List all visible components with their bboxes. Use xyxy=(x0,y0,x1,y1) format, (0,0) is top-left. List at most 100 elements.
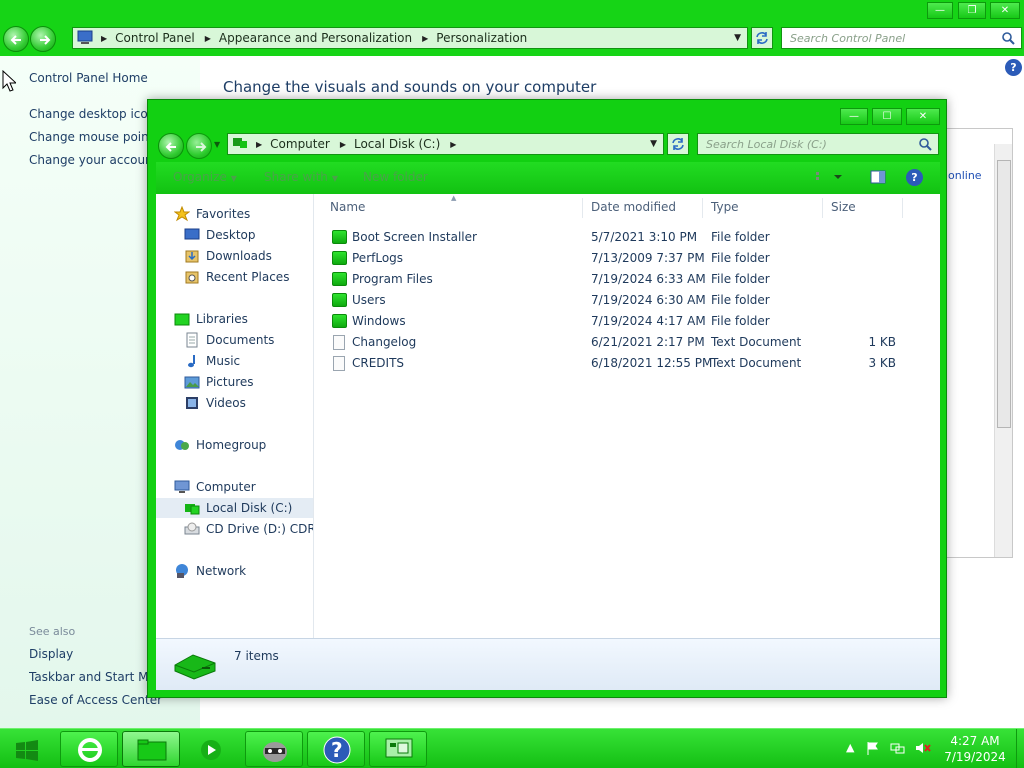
network-status-icon[interactable] xyxy=(890,741,906,758)
taskbar-raccoon-app[interactable] xyxy=(245,731,303,767)
nav-libraries[interactable]: Libraries xyxy=(174,309,248,329)
nav-desktop[interactable]: Desktop xyxy=(184,225,256,245)
column-separator[interactable] xyxy=(822,198,823,218)
column-header-date[interactable]: Date modified xyxy=(591,200,676,220)
volume-muted-icon[interactable] xyxy=(914,741,932,758)
explorer-search-input[interactable]: Search Local Disk (C:) xyxy=(697,133,939,155)
navigation-pane: Favorites Desktop Downloads Recent Place… xyxy=(156,194,314,638)
cp-restore-button[interactable]: ❐ xyxy=(958,2,986,19)
nav-network-label: Network xyxy=(196,564,247,578)
nav-homegroup[interactable]: Homegroup xyxy=(174,435,266,455)
flag-icon[interactable] xyxy=(866,741,880,758)
cp-refresh-button[interactable] xyxy=(751,27,773,49)
explorer-maximize-button[interactable]: ☐ xyxy=(872,108,902,125)
preview-pane-button[interactable] xyxy=(870,169,886,188)
nav-network[interactable]: Network xyxy=(174,561,246,581)
file-row[interactable]: Boot Screen Installer 5/7/2021 3:10 PM Fil… xyxy=(326,227,926,247)
nav-pictures[interactable]: Pictures xyxy=(184,372,254,392)
column-separator[interactable] xyxy=(582,198,583,218)
cp-link-desktop-icons[interactable]: Change desktop icons xyxy=(29,107,147,121)
start-button[interactable] xyxy=(12,737,42,764)
system-clock[interactable]: 4:27 AM 7/19/2024 xyxy=(935,733,1015,765)
explorer-back-button[interactable] xyxy=(158,133,184,159)
share-with-button[interactable]: Share with ▼ xyxy=(264,170,338,184)
view-options-button[interactable] xyxy=(814,170,842,187)
explorer-forward-button[interactable] xyxy=(186,133,212,159)
file-row[interactable]: Users 7/19/2024 6:30 AM File folder xyxy=(326,290,926,310)
file-row[interactable]: CREDITS 6/18/2021 12:55 PM Text Document 3 … xyxy=(326,353,926,373)
file-row[interactable]: PerfLogs 7/13/2009 7:37 PM File folder xyxy=(326,248,926,268)
help-icon[interactable]: ? xyxy=(1005,59,1022,76)
nav-favorites[interactable]: Favorites xyxy=(173,204,250,224)
cp-link-mouse-pointers[interactable]: Change mouse pointers xyxy=(29,130,147,144)
file-date-modified: 7/19/2024 6:30 AM xyxy=(591,293,706,307)
cp-crumb-control-panel[interactable]: Control Panel xyxy=(115,31,195,45)
recent-pages-chevron-icon[interactable]: ▼ xyxy=(214,140,220,149)
crumb-local-disk[interactable]: Local Disk (C:) xyxy=(354,137,440,151)
cp-minimize-button[interactable]: — xyxy=(927,2,953,19)
column-header-type[interactable]: Type xyxy=(711,200,739,220)
file-row[interactable]: Windows 7/19/2024 4:17 AM File folder xyxy=(326,311,926,331)
show-desktop-button[interactable] xyxy=(1016,729,1024,768)
nav-recent-places[interactable]: Recent Places xyxy=(184,267,289,287)
search-icon[interactable] xyxy=(1001,31,1015,45)
column-header-size[interactable]: Size xyxy=(831,200,856,220)
cp-crumb-appearance[interactable]: Appearance and Personalization xyxy=(219,31,412,45)
cp-close-button[interactable]: ✕ xyxy=(990,2,1020,19)
cp-scroll-thumb[interactable] xyxy=(997,160,1011,428)
cp-crumb-personalization[interactable]: Personalization xyxy=(436,31,527,45)
nav-computer[interactable]: Computer xyxy=(174,477,256,497)
folder-icon xyxy=(332,251,347,265)
organize-button[interactable]: Organize ▼ xyxy=(173,170,237,184)
cp-link-taskbar[interactable]: Taskbar and Start Menu xyxy=(29,670,147,684)
nav-documents[interactable]: Documents xyxy=(184,330,274,350)
column-separator[interactable] xyxy=(702,198,703,218)
nav-cd-drive[interactable]: CD Drive (D:) CDROM xyxy=(184,519,313,539)
nav-local-disk[interactable]: Local Disk (C:) xyxy=(156,498,313,518)
help-icon: ? xyxy=(323,736,351,764)
explorer-minimize-button[interactable]: — xyxy=(840,108,868,125)
explorer-address-bar[interactable]: ▶ Computer ▶ Local Disk (C:) ▶ ▼ xyxy=(227,133,664,155)
explorer-refresh-button[interactable] xyxy=(667,133,689,155)
cp-online-link[interactable]: online xyxy=(948,169,982,182)
file-row[interactable]: Changelog 6/21/2021 2:17 PM Text Document 1… xyxy=(326,332,926,352)
taskbar-media-player[interactable] xyxy=(200,739,222,764)
file-name: Windows xyxy=(352,314,406,328)
taskbar-help-support[interactable]: ? xyxy=(307,731,365,767)
cp-address-bar[interactable]: ▶ Control Panel ▶ Appearance and Persona… xyxy=(72,27,748,49)
libraries-icon xyxy=(174,311,190,327)
file-list: Name ▲ Date modified Type Size Boot Scre… xyxy=(314,194,940,638)
cp-link-home[interactable]: Control Panel Home xyxy=(29,71,199,85)
new-folder-button[interactable]: New folder xyxy=(363,170,428,184)
views-icon xyxy=(816,172,842,180)
taskbar-control-panel[interactable] xyxy=(369,731,427,767)
nav-music-label: Music xyxy=(206,354,241,368)
explorer-titlebar[interactable]: — ☐ ✕ xyxy=(148,100,948,128)
show-hidden-icons-button[interactable]: ▲ xyxy=(846,741,854,754)
explorer-close-button[interactable]: ✕ xyxy=(906,108,940,125)
chevron-down-icon[interactable]: ▼ xyxy=(734,33,741,43)
help-icon[interactable]: ? xyxy=(906,169,923,186)
nav-videos[interactable]: Videos xyxy=(184,393,246,413)
pictures-icon xyxy=(184,374,200,390)
taskbar-windows-explorer[interactable] xyxy=(122,731,180,767)
cp-back-button[interactable] xyxy=(3,26,29,52)
raccoon-icon xyxy=(263,742,287,762)
file-date-modified: 7/13/2009 7:37 PM xyxy=(591,251,705,265)
taskbar-internet-explorer[interactable] xyxy=(60,731,118,767)
cp-search-input[interactable]: Search Control Panel xyxy=(781,27,1022,49)
cp-scrollbar[interactable] xyxy=(994,144,1012,557)
column-separator[interactable] xyxy=(902,198,903,218)
chevron-down-icon[interactable]: ▼ xyxy=(650,139,657,149)
crumb-computer[interactable]: Computer xyxy=(270,137,330,151)
nav-music[interactable]: Music xyxy=(184,351,240,371)
cp-link-account-picture[interactable]: Change your account picture xyxy=(29,153,147,167)
nav-downloads[interactable]: Downloads xyxy=(184,246,272,266)
local-disk-icon xyxy=(184,500,200,516)
column-header-name[interactable]: Name xyxy=(330,200,365,220)
file-name: PerfLogs xyxy=(352,251,404,265)
search-icon[interactable] xyxy=(918,137,932,151)
file-row[interactable]: Program Files 7/19/2024 6:33 AM File folde… xyxy=(326,269,926,289)
folder-icon xyxy=(332,272,347,286)
cp-forward-button[interactable] xyxy=(30,26,56,52)
